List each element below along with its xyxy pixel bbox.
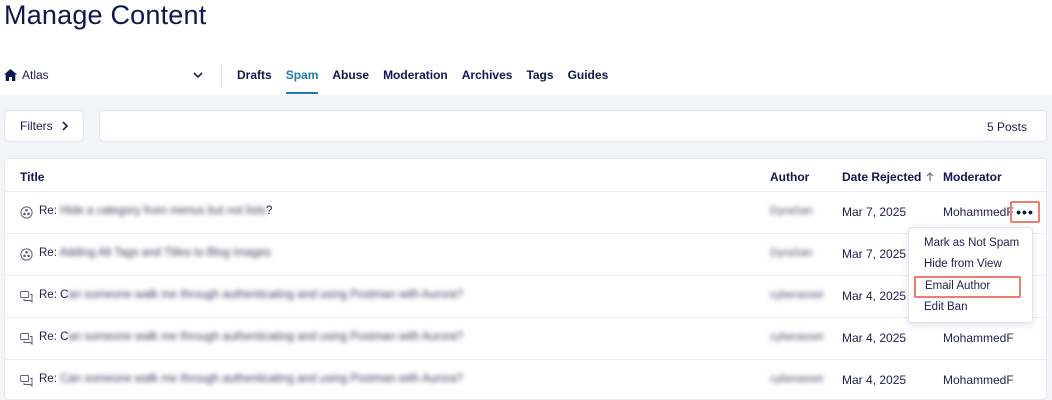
forum-icon bbox=[20, 290, 33, 303]
more-actions-button[interactable]: ••• bbox=[1010, 201, 1040, 223]
table-row[interactable]: Re: Can someone walk me through authenti… bbox=[5, 275, 1046, 316]
table-row[interactable]: Re: Adding Alt Tags and Titles to Blog I… bbox=[5, 233, 1046, 274]
post-title-link[interactable]: Re: Hide a category from menus but not l… bbox=[39, 205, 272, 217]
date-rejected: Mar 4, 2025 bbox=[842, 331, 907, 345]
column-header-title[interactable]: Title bbox=[20, 170, 44, 184]
moderator-name: MohammedF bbox=[943, 205, 1014, 219]
board-name: Atlas bbox=[22, 68, 49, 82]
table-row[interactable]: Re: Hide a category from menus but not l… bbox=[5, 191, 1046, 232]
chevron-right-icon bbox=[61, 121, 69, 131]
date-rejected: Mar 7, 2025 bbox=[842, 205, 907, 219]
column-header-author[interactable]: Author bbox=[770, 170, 809, 184]
tab-moderation[interactable]: Moderation bbox=[383, 58, 448, 94]
chevron-down-icon bbox=[192, 68, 204, 80]
post-title-link[interactable]: Re: Adding Alt Tags and Titles to Blog I… bbox=[39, 247, 271, 259]
ellipsis-icon: ••• bbox=[1016, 204, 1034, 220]
post-title-link[interactable]: Re: Can someone walk me through authenti… bbox=[39, 289, 463, 301]
board-selector[interactable]: Atlas bbox=[4, 64, 210, 86]
forum-icon bbox=[20, 332, 33, 345]
nav-bar: Atlas Drafts Spam Abuse Moderation Archi… bbox=[0, 58, 1052, 94]
menu-item-edit-ban[interactable]: Edit Ban bbox=[924, 301, 967, 313]
post-title-link[interactable]: Re: Can someone walk me through authenti… bbox=[39, 373, 463, 385]
menu-item-mark-not-spam[interactable]: Mark as Not Spam bbox=[924, 237, 1019, 249]
tab-drafts[interactable]: Drafts bbox=[237, 58, 272, 94]
filters-button[interactable]: Filters bbox=[4, 110, 84, 142]
post-count-bar: 5 Posts bbox=[99, 110, 1047, 142]
post-count: 5 Posts bbox=[986, 120, 1027, 134]
table-row[interactable]: Re: Can someone walk me through authenti… bbox=[5, 317, 1046, 358]
table-row[interactable]: Re: Can someone walk me through authenti… bbox=[5, 359, 1046, 400]
date-rejected: Mar 4, 2025 bbox=[842, 373, 907, 387]
content-area: Filters 5 Posts Title Author Date Reject… bbox=[0, 95, 1052, 400]
tab-abuse[interactable]: Abuse bbox=[332, 58, 369, 94]
tab-archives[interactable]: Archives bbox=[462, 58, 513, 94]
tab-spam[interactable]: Spam bbox=[285, 58, 318, 94]
filters-label: Filters bbox=[20, 119, 53, 133]
row-actions-menu: Mark as Not Spam Hide from View Email Au… bbox=[908, 227, 1033, 323]
spam-table: Title Author Date Rejected Moderator Re:… bbox=[4, 158, 1047, 400]
date-rejected: Mar 4, 2025 bbox=[842, 289, 907, 303]
author-name[interactable]: cyberasset bbox=[770, 331, 823, 343]
author-name[interactable]: cyberasset bbox=[770, 373, 823, 385]
blog-icon bbox=[20, 206, 33, 219]
tab-bar: Drafts Spam Abuse Moderation Archives Ta… bbox=[237, 58, 622, 94]
moderator-name: MohammedF bbox=[943, 373, 1014, 387]
moderator-name: MohammedF bbox=[943, 331, 1014, 345]
sort-ascending-icon bbox=[926, 172, 934, 182]
blog-icon bbox=[20, 248, 33, 261]
date-rejected: Mar 7, 2025 bbox=[842, 247, 907, 261]
column-header-moderator[interactable]: Moderator bbox=[943, 170, 1002, 184]
menu-item-email-author[interactable]: Email Author bbox=[914, 276, 1021, 298]
forum-icon bbox=[20, 374, 33, 387]
page-title: Manage Content bbox=[4, 0, 207, 30]
home-icon bbox=[4, 69, 17, 81]
post-title-link[interactable]: Re: Can someone walk me through authenti… bbox=[39, 331, 463, 343]
date-header-label: Date Rejected bbox=[842, 170, 922, 184]
author-name[interactable]: DyraSan bbox=[770, 247, 813, 259]
nav-divider bbox=[221, 64, 222, 86]
column-header-date-rejected[interactable]: Date Rejected bbox=[842, 170, 934, 184]
tab-tags[interactable]: Tags bbox=[526, 58, 553, 94]
tab-guides[interactable]: Guides bbox=[568, 58, 609, 94]
author-name[interactable]: DyraSan bbox=[770, 205, 813, 217]
menu-item-hide-from-view[interactable]: Hide from View bbox=[924, 258, 1002, 270]
author-name[interactable]: cyberasset bbox=[770, 289, 823, 301]
